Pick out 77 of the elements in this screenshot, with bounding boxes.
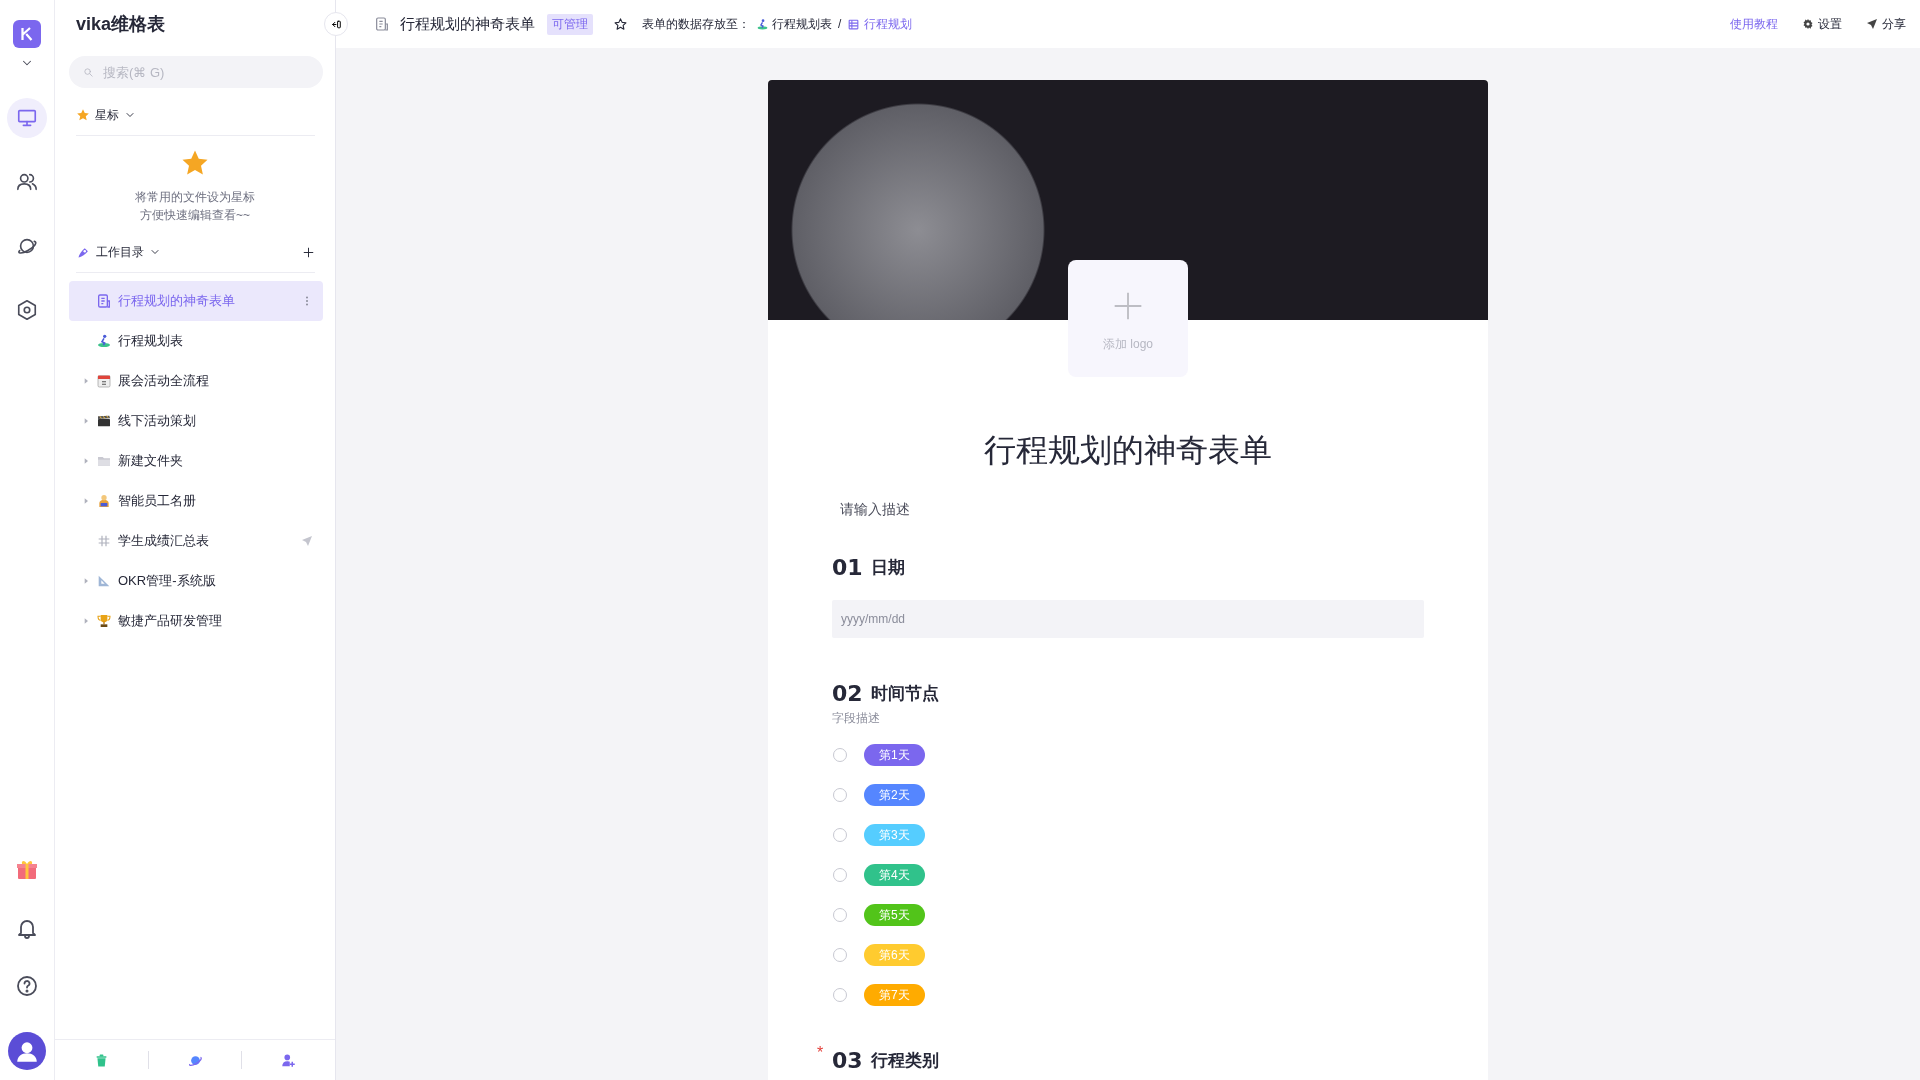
form-name: 行程规划的神奇表单 [400,14,535,34]
search-field[interactable]: 搜索(⌘ G) [69,56,323,88]
field-number: 02 [832,680,863,706]
field-number: 03 [832,1047,863,1073]
catalog-item[interactable]: 展会活动全流程 [69,361,323,401]
user-avatar[interactable] [8,1032,46,1070]
field-hint: 字段描述 [832,710,881,727]
field-label: 时间节点 [870,682,939,705]
search-icon [83,66,94,78]
date-field[interactable]: yyyy/mm/dd [832,600,1424,638]
form-title: 行程规划的神奇表单 [983,431,1273,470]
gear-icon [1802,18,1814,30]
caret-right-icon[interactable] [82,377,90,385]
calendar-icon [96,373,112,389]
help-icon[interactable] [15,974,39,998]
form-icon [96,293,112,309]
caret-right-icon[interactable] [82,617,90,625]
field-label: 行程类别 [870,1049,939,1072]
catalog-item[interactable]: 智能员工名册 [69,481,323,521]
form-icon [374,16,390,32]
settings-link[interactable]: 设置 [1802,15,1842,33]
surfer-icon [96,333,112,349]
catalog-item[interactable]: 敏捷产品研发管理 [69,601,323,641]
catalog-section-toggle[interactable]: 工作目录 [96,243,144,261]
sheet-link[interactable]: 行程规划表 [772,15,832,33]
view-link[interactable]: 行程规划 [864,15,913,33]
caret-right-icon[interactable] [82,457,90,465]
caret-right-icon[interactable] [82,497,90,505]
plus-icon [1112,290,1144,322]
tutorial-link[interactable]: 使用教程 [1730,15,1778,33]
catalog-item[interactable]: 行程规划的神奇表单 [69,281,323,321]
storage-label: 表单的数据存放至： [642,15,750,33]
trophy-icon [96,613,112,629]
star-outline-icon[interactable] [613,16,628,32]
send-icon [301,535,313,547]
breadcrumb-separator: / [838,17,842,31]
required-mark: * [817,1044,824,1062]
people-icon [16,171,38,193]
option-tag: 第4天 [864,864,925,886]
form-description: 请输入描述 [840,500,911,519]
catalog-item[interactable]: OKR管理-系统版 [69,561,323,601]
search-input[interactable]: 搜索(⌘ G) [101,63,309,81]
starred-section-toggle[interactable]: 星标 [95,106,119,124]
gift-icon[interactable] [15,858,39,882]
catalog-item[interactable]: 行程规划表 [69,321,323,361]
person-icon [96,493,112,509]
catalog-item[interactable]: 线下活动策划 [69,401,323,441]
star-icon [76,108,90,122]
plus-icon[interactable] [302,245,315,259]
clapperboard-icon [96,413,112,429]
permission-badge: 可管理 [547,13,593,35]
surfer-icon [756,17,769,31]
space-name: vika维格表 [76,13,167,35]
grid-view-icon [847,17,861,31]
hexagon-gear-icon [16,299,38,321]
caret-right-icon[interactable] [82,577,90,585]
hash-icon [96,533,112,549]
collapse-sidebar-button[interactable] [324,12,348,36]
empty-hint: 方便快速编辑查看~~ [140,207,250,224]
caret-right-icon[interactable] [82,417,90,425]
send-icon [1866,18,1878,30]
app-logo[interactable] [13,20,41,48]
empty-hint: 将常用的文件设为星标 [135,189,255,206]
add-user-icon[interactable] [281,1052,297,1068]
field-label: 日期 [870,556,905,579]
catalog-item[interactable]: 新建文件夹 [69,441,323,481]
catalog-item[interactable]: 学生成绩汇总表 [69,521,323,561]
share-link[interactable]: 分享 [1866,15,1906,33]
option-tag: 第5天 [864,904,925,926]
option-tag: 第2天 [864,784,925,806]
option-tag: 第1天 [864,744,925,766]
option-tag: 第7天 [864,984,925,1006]
field-number: 01 [832,554,863,580]
monitor-icon [16,107,38,129]
rail-tab[interactable] [7,98,47,138]
option-tag: 第3天 [864,824,925,846]
option-tag: 第6天 [864,944,925,966]
